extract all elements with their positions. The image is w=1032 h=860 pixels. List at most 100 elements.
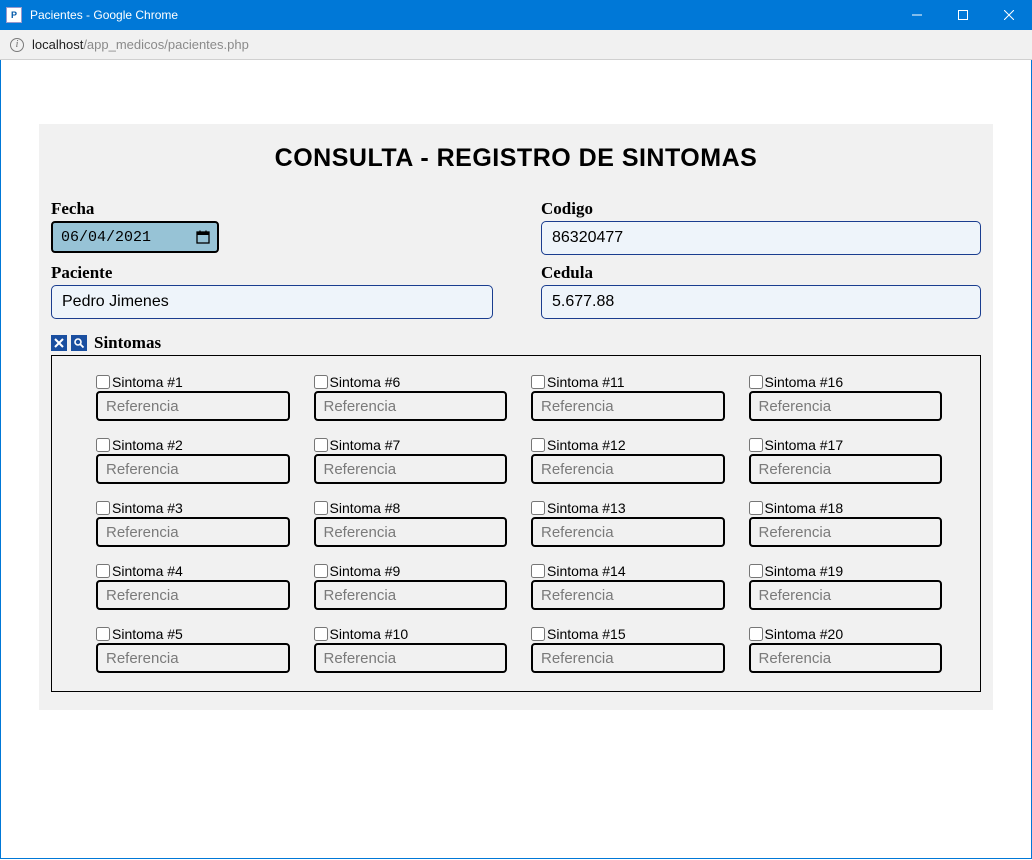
sintoma-check-row: Sintoma #2: [96, 437, 290, 453]
sintoma-checkbox[interactable]: [749, 438, 763, 452]
sintoma-item: Sintoma #19: [749, 563, 943, 610]
page: CONSULTA - REGISTRO DE SINTOMAS Fecha 06…: [15, 74, 1017, 710]
sintoma-item: Sintoma #9: [314, 563, 508, 610]
sintoma-ref-input[interactable]: [96, 391, 290, 421]
sintoma-item: Sintoma #20: [749, 626, 943, 673]
field-fecha: Fecha 06/04/2021: [51, 199, 493, 255]
sintoma-ref-input[interactable]: [314, 391, 508, 421]
sintoma-ref-input[interactable]: [96, 580, 290, 610]
sintoma-item: Sintoma #2: [96, 437, 290, 484]
search-section-button[interactable]: [71, 335, 87, 351]
sintoma-item: Sintoma #18: [749, 500, 943, 547]
sintoma-checkbox[interactable]: [531, 438, 545, 452]
sintoma-ref-input[interactable]: [314, 517, 508, 547]
sintoma-item: Sintoma #15: [531, 626, 725, 673]
sintoma-checkbox[interactable]: [531, 375, 545, 389]
sintoma-ref-input[interactable]: [531, 580, 725, 610]
sintoma-check-row: Sintoma #5: [96, 626, 290, 642]
sintoma-ref-input[interactable]: [314, 643, 508, 673]
sintoma-label: Sintoma #3: [112, 500, 183, 516]
viewport: CONSULTA - REGISTRO DE SINTOMAS Fecha 06…: [0, 60, 1032, 859]
codigo-input[interactable]: [541, 221, 981, 255]
sintoma-check-row: Sintoma #3: [96, 500, 290, 516]
sintoma-ref-input[interactable]: [749, 517, 943, 547]
paciente-input[interactable]: [51, 285, 493, 319]
url-host: localhost: [32, 37, 83, 52]
sintoma-label: Sintoma #8: [330, 500, 401, 516]
form-panel: CONSULTA - REGISTRO DE SINTOMAS Fecha 06…: [39, 124, 993, 710]
fecha-input[interactable]: 06/04/2021: [51, 221, 219, 253]
sintoma-label: Sintoma #17: [765, 437, 844, 453]
sintoma-checkbox[interactable]: [314, 564, 328, 578]
sintoma-label: Sintoma #2: [112, 437, 183, 453]
fecha-value: 06/04/2021: [61, 229, 151, 246]
sintoma-checkbox[interactable]: [531, 627, 545, 641]
url-text: localhost/app_medicos/pacientes.php: [32, 37, 249, 52]
sintoma-ref-input[interactable]: [96, 454, 290, 484]
sintoma-label: Sintoma #11: [547, 374, 625, 390]
sintoma-checkbox[interactable]: [749, 501, 763, 515]
sintoma-checkbox[interactable]: [749, 627, 763, 641]
sintoma-check-row: Sintoma #14: [531, 563, 725, 579]
sintoma-item: Sintoma #3: [96, 500, 290, 547]
cedula-input[interactable]: [541, 285, 981, 319]
fecha-label: Fecha: [51, 199, 493, 219]
sintoma-checkbox[interactable]: [531, 564, 545, 578]
sintoma-checkbox[interactable]: [96, 564, 110, 578]
sintoma-checkbox[interactable]: [531, 501, 545, 515]
sintoma-ref-input[interactable]: [531, 391, 725, 421]
sintoma-ref-input[interactable]: [749, 643, 943, 673]
sintoma-label: Sintoma #6: [330, 374, 401, 390]
paciente-label: Paciente: [51, 263, 493, 283]
sintoma-ref-input[interactable]: [531, 517, 725, 547]
sintoma-label: Sintoma #12: [547, 437, 626, 453]
sintoma-check-row: Sintoma #19: [749, 563, 943, 579]
sintoma-check-row: Sintoma #9: [314, 563, 508, 579]
panel-title: CONSULTA - REGISTRO DE SINTOMAS: [49, 144, 983, 173]
sintoma-checkbox[interactable]: [314, 501, 328, 515]
sintoma-checkbox[interactable]: [96, 438, 110, 452]
sintoma-checkbox[interactable]: [749, 375, 763, 389]
sintoma-checkbox[interactable]: [314, 627, 328, 641]
sintoma-item: Sintoma #11: [531, 374, 725, 421]
sintoma-label: Sintoma #18: [765, 500, 844, 516]
sintoma-ref-input[interactable]: [531, 643, 725, 673]
close-section-button[interactable]: [51, 335, 67, 351]
sintoma-ref-input[interactable]: [314, 454, 508, 484]
cedula-label: Cedula: [541, 263, 981, 283]
sintoma-checkbox[interactable]: [96, 627, 110, 641]
window-minimize-button[interactable]: [894, 0, 940, 30]
sintoma-checkbox[interactable]: [314, 438, 328, 452]
sintoma-label: Sintoma #5: [112, 626, 183, 642]
sintoma-checkbox[interactable]: [96, 501, 110, 515]
sintoma-item: Sintoma #14: [531, 563, 725, 610]
sintoma-ref-input[interactable]: [531, 454, 725, 484]
sintomas-header: Sintomas: [49, 327, 983, 355]
sintoma-label: Sintoma #4: [112, 563, 183, 579]
sintoma-item: Sintoma #7: [314, 437, 508, 484]
window-title: Pacientes - Google Chrome: [30, 8, 894, 22]
sintoma-ref-input[interactable]: [96, 517, 290, 547]
sintoma-check-row: Sintoma #18: [749, 500, 943, 516]
sintoma-label: Sintoma #13: [547, 500, 626, 516]
sintoma-ref-input[interactable]: [749, 580, 943, 610]
sintoma-ref-input[interactable]: [314, 580, 508, 610]
calendar-icon[interactable]: [195, 229, 211, 245]
sintoma-label: Sintoma #7: [330, 437, 401, 453]
sintoma-checkbox[interactable]: [96, 375, 110, 389]
sintoma-check-row: Sintoma #13: [531, 500, 725, 516]
window-maximize-button[interactable]: [940, 0, 986, 30]
sintoma-label: Sintoma #9: [330, 563, 401, 579]
sintoma-label: Sintoma #14: [547, 563, 626, 579]
sintoma-checkbox[interactable]: [749, 564, 763, 578]
sintomas-title: Sintomas: [94, 333, 161, 353]
address-bar[interactable]: i localhost/app_medicos/pacientes.php: [0, 30, 1032, 60]
sintoma-ref-input[interactable]: [749, 391, 943, 421]
sintoma-checkbox[interactable]: [314, 375, 328, 389]
field-codigo: Codigo: [541, 199, 981, 255]
sintoma-item: Sintoma #17: [749, 437, 943, 484]
window-close-button[interactable]: [986, 0, 1032, 30]
sintoma-ref-input[interactable]: [96, 643, 290, 673]
sintoma-ref-input[interactable]: [749, 454, 943, 484]
sintoma-item: Sintoma #1: [96, 374, 290, 421]
